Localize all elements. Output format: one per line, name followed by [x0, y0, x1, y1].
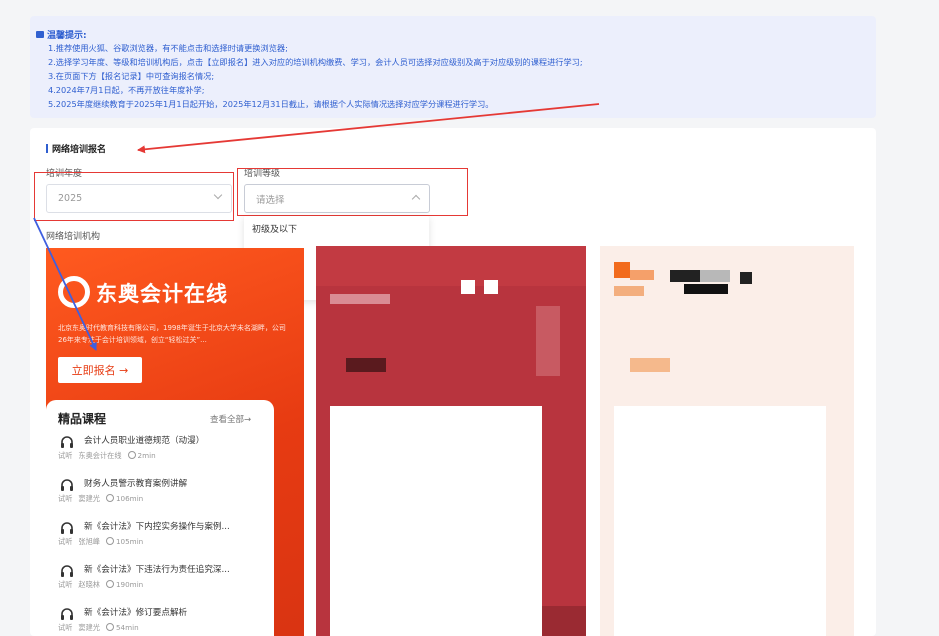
notice-line: 2.选择学习年度、等级和培训机构后，点击【立即报名】进入对应的培训机构缴费、学习…: [48, 57, 583, 67]
year-select[interactable]: 2025: [46, 184, 232, 213]
org-card-redacted[interactable]: [600, 246, 854, 636]
course-item[interactable]: 新《会计法》下违法行为责任追究深... 试听 赵晓林 190min: [58, 563, 268, 607]
notice-line: 1.推荐使用火狐、谷歌浏览器，有不能点击和选择时请更换浏览器;: [48, 43, 288, 53]
course-meta: 试听 窦建光 54min: [58, 623, 139, 632]
org-logo-text: 东奥会计在线: [96, 282, 228, 306]
org-description: 北京东奥时代教育科技有限公司，1998年诞生于北京大学未名湖畔，公司26年来专注…: [58, 324, 286, 344]
org-card-redacted[interactable]: [316, 246, 586, 636]
course-title: 财务人员警示教育案例讲解: [84, 479, 188, 489]
course-title: 新《会计法》修订要点解析: [84, 608, 188, 618]
course-meta: 试听 赵晓林 190min: [58, 580, 144, 589]
org-label: 网络培训机构: [46, 232, 101, 242]
enroll-button[interactable]: 立即报名 →: [58, 357, 142, 383]
course-panel: 精品课程 查看全部→ 会计人员职业道德规范（动漫） 试听 东奥会计在线 2min 财…: [46, 400, 274, 636]
org-card-dongao[interactable]: 东奥会计在线 北京东奥时代教育科技有限公司，1998年诞生于北京大学未名湖畔，公…: [46, 248, 304, 636]
course-item[interactable]: 会计人员职业道德规范（动漫） 试听 东奥会计在线 2min: [58, 434, 268, 478]
clock-icon: [105, 537, 114, 545]
chevron-down-icon: [213, 190, 223, 200]
headphones-icon: [61, 565, 73, 577]
level-option[interactable]: 初级及以下: [244, 216, 429, 244]
clock-icon: [105, 580, 114, 588]
notice-line: 3.在页面下方【报名记录】中可查询报名情况;: [48, 71, 215, 81]
view-all-link[interactable]: 查看全部→: [210, 413, 251, 425]
notice-line: 5.2025年度继续教育于2025年1月1日起开始，2025年12月31日截止，…: [48, 99, 494, 109]
notice-line: 4.2024年7月1日起，不再开放往年度补学;: [48, 85, 205, 95]
headphones-icon: [61, 479, 73, 491]
course-meta: 试听 窦建光 106min: [58, 494, 144, 503]
scrollbar[interactable]: [931, 0, 939, 636]
course-title: 会计人员职业道德规范（动漫）: [84, 436, 205, 446]
clock-icon: [105, 623, 114, 631]
course-meta: 试听 东奥会计在线 2min: [58, 451, 156, 460]
course-meta: 试听 张旭峰 105min: [58, 537, 144, 546]
course-item[interactable]: 新《会计法》下内控实务操作与案例... 试听 张旭峰 105min: [58, 520, 268, 564]
logo-icon: [58, 276, 90, 308]
course-title: 新《会计法》下违法行为责任追究深...: [84, 565, 230, 575]
headphones-icon: [61, 522, 73, 534]
courses-title: 精品课程: [58, 412, 107, 426]
chevron-up-icon: [411, 194, 421, 204]
headphones-icon: [61, 608, 73, 620]
notice-box: 温馨提示: 1.推荐使用火狐、谷歌浏览器，有不能点击和选择时请更换浏览器; 2.…: [30, 16, 876, 118]
course-item[interactable]: 财务人员警示教育案例讲解 试听 窦建光 106min: [58, 477, 268, 521]
section-title: 网络培训报名: [46, 142, 106, 155]
clock-icon: [127, 451, 136, 459]
course-item[interactable]: 新《会计法》修订要点解析 试听 窦建光 54min: [58, 606, 268, 636]
message-icon: [36, 31, 44, 38]
clock-icon: [105, 494, 114, 502]
course-title: 新《会计法》下内控实务操作与案例...: [84, 522, 230, 532]
level-select[interactable]: 请选择: [244, 184, 430, 213]
registration-card: 网络培训报名 培训年度 2025 培训等级 请选择 初级及以下 中级 高级 网络…: [30, 128, 876, 636]
notice-title: 温馨提示:: [36, 28, 87, 41]
headphones-icon: [61, 436, 73, 448]
